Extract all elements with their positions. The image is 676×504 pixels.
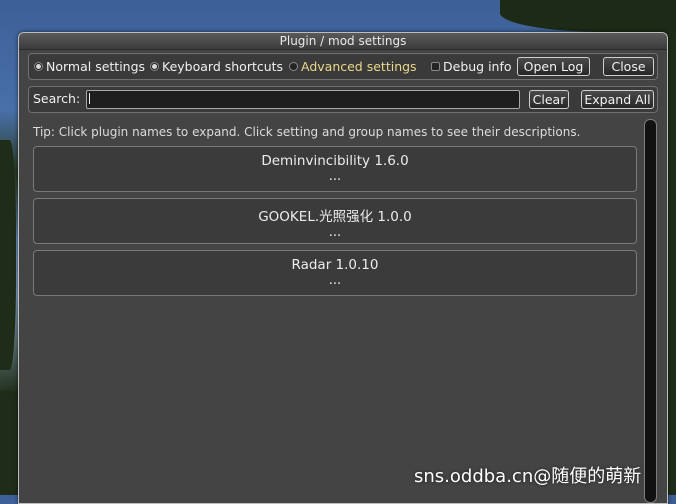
text-caret xyxy=(89,93,90,104)
tree-foliage-left-lower xyxy=(0,390,20,495)
debug-info-checkbox[interactable]: Debug info xyxy=(431,59,512,74)
clear-button[interactable]: Clear xyxy=(529,90,569,109)
search-label: Search: xyxy=(33,91,81,106)
radio-icon xyxy=(34,62,43,71)
settings-toolbar: Normal settings Keyboard shortcuts Advan… xyxy=(28,53,658,80)
plugin-entry[interactable]: Deminvincibility 1.6.0 ... xyxy=(33,146,637,192)
plugin-name[interactable]: GOOKEL.光照强化 1.0.0 xyxy=(34,205,636,225)
radio-icon xyxy=(150,62,159,71)
normal-settings-radio[interactable]: Normal settings xyxy=(34,59,145,74)
expand-all-button[interactable]: Expand All xyxy=(581,90,654,109)
plugin-entry[interactable]: Radar 1.0.10 ... xyxy=(33,250,637,296)
advanced-settings-radio[interactable]: Advanced settings xyxy=(289,59,417,74)
plugin-name[interactable]: Deminvincibility 1.6.0 xyxy=(34,153,636,169)
checkbox-icon xyxy=(431,62,440,71)
plugin-collapsed-indicator: ... xyxy=(328,225,342,240)
search-bar: Search: Clear Expand All xyxy=(28,86,658,113)
plugin-name[interactable]: Radar 1.0.10 xyxy=(34,257,636,273)
open-log-button[interactable]: Open Log xyxy=(517,57,590,76)
keyboard-shortcuts-radio[interactable]: Keyboard shortcuts xyxy=(150,59,283,74)
plugin-collapsed-indicator: ... xyxy=(328,273,342,288)
tip-text: Tip: Click plugin names to expand. Click… xyxy=(33,125,581,139)
plugin-settings-window: Plugin / mod settings Normal settings Ke… xyxy=(18,32,668,504)
radio-icon xyxy=(289,62,298,71)
advanced-settings-label: Advanced settings xyxy=(301,59,417,74)
search-field-wrapper xyxy=(86,90,520,109)
vertical-scrollbar[interactable] xyxy=(644,119,657,503)
tree-foliage-left xyxy=(0,140,16,370)
plugin-collapsed-indicator: ... xyxy=(328,169,342,184)
debug-info-label: Debug info xyxy=(443,59,512,74)
normal-settings-label: Normal settings xyxy=(46,59,146,74)
tree-foliage-top xyxy=(500,0,676,32)
keyboard-shortcuts-label: Keyboard shortcuts xyxy=(162,59,284,74)
window-title: Plugin / mod settings xyxy=(19,33,667,50)
search-input[interactable] xyxy=(86,90,520,109)
close-button[interactable]: Close xyxy=(603,57,654,76)
watermark-text: sns.oddba.cn@随便的萌新 xyxy=(414,466,642,487)
plugin-entry[interactable]: GOOKEL.光照强化 1.0.0 ... xyxy=(33,198,637,244)
